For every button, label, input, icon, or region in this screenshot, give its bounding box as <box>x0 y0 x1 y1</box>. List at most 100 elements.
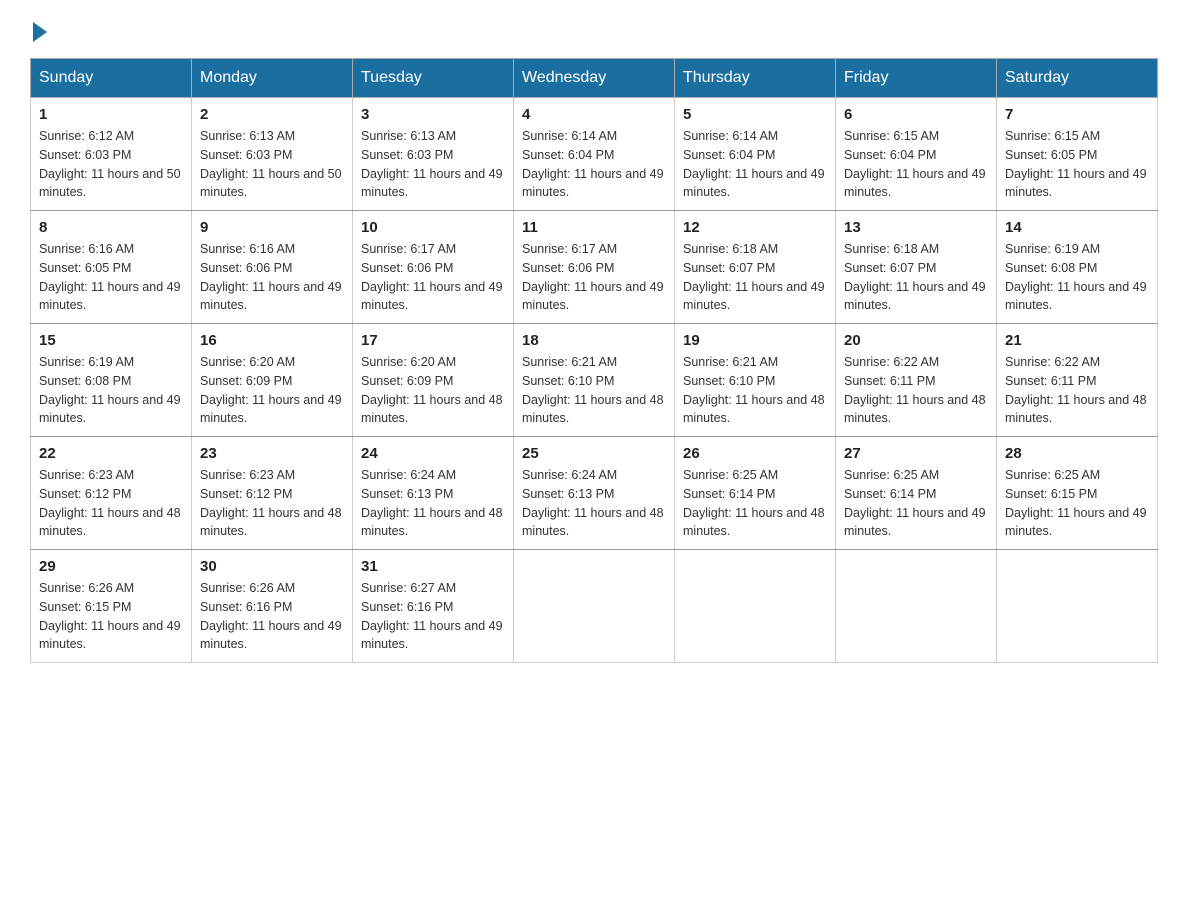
calendar-week-row: 29 Sunrise: 6:26 AMSunset: 6:15 PMDayligh… <box>31 550 1158 663</box>
day-number: 13 <box>844 219 988 236</box>
day-info: Sunrise: 6:20 AMSunset: 6:09 PMDaylight:… <box>361 353 505 428</box>
calendar-cell: 6Sunrise: 6:15 AMSunset: 6:04 PMDaylight… <box>836 98 997 211</box>
weekday-header-row: SundayMondayTuesdayWednesdayThursdayFrid… <box>31 59 1158 98</box>
day-info: Sunrise: 6:14 AMSunset: 6:04 PMDaylight:… <box>522 127 666 202</box>
day-info: Sunrise: 6:16 AMSunset: 6:05 PMDaylight:… <box>39 240 183 315</box>
calendar-week-row: 8 Sunrise: 6:16 AMSunset: 6:05 PMDaylight… <box>31 211 1158 324</box>
day-number: 3 <box>361 106 505 123</box>
weekday-header-wednesday: Wednesday <box>514 59 675 98</box>
day-info: Sunrise: 6:14 AMSunset: 6:04 PMDaylight:… <box>683 127 827 202</box>
calendar-cell: 25Sunrise: 6:24 AMSunset: 6:13 PMDayligh… <box>514 437 675 550</box>
day-info: Sunrise: 6:16 AMSunset: 6:06 PMDaylight:… <box>200 240 344 315</box>
day-number: 23 <box>200 445 344 462</box>
calendar-cell: 8 Sunrise: 6:16 AMSunset: 6:05 PMDaylight… <box>31 211 192 324</box>
day-info: Sunrise: 6:15 AMSunset: 6:05 PMDaylight:… <box>1005 127 1149 202</box>
calendar-cell: 21 Sunrise: 6:22 AMSunset: 6:11 PMDayligh… <box>997 324 1158 437</box>
calendar-cell <box>836 550 997 663</box>
day-number: 24 <box>361 445 505 462</box>
day-number: 10 <box>361 219 505 236</box>
day-info: Sunrise: 6:21 AMSunset: 6:10 PMDaylight:… <box>522 353 666 428</box>
logo-arrow-icon <box>33 22 47 42</box>
day-info: Sunrise: 6:18 AMSunset: 6:07 PMDaylight:… <box>844 240 988 315</box>
day-number: 2 <box>200 106 344 123</box>
calendar-cell: 18 Sunrise: 6:21 AMSunset: 6:10 PMDayligh… <box>514 324 675 437</box>
calendar-cell: 27 Sunrise: 6:25 AMSunset: 6:14 PMDayligh… <box>836 437 997 550</box>
day-number: 5 <box>683 106 827 123</box>
weekday-header-saturday: Saturday <box>997 59 1158 98</box>
calendar-cell: 31 Sunrise: 6:27 AMSunset: 6:16 PMDayligh… <box>353 550 514 663</box>
day-info: Sunrise: 6:22 AMSunset: 6:11 PMDaylight:… <box>1005 353 1149 428</box>
day-number: 17 <box>361 332 505 349</box>
day-number: 31 <box>361 558 505 575</box>
calendar-cell: 22 Sunrise: 6:23 AMSunset: 6:12 PMDayligh… <box>31 437 192 550</box>
calendar-cell <box>514 550 675 663</box>
page-header <box>30 20 1158 38</box>
calendar-week-row: 15 Sunrise: 6:19 AMSunset: 6:08 PMDayligh… <box>31 324 1158 437</box>
calendar-cell: 15 Sunrise: 6:19 AMSunset: 6:08 PMDayligh… <box>31 324 192 437</box>
calendar-cell: 30Sunrise: 6:26 AMSunset: 6:16 PMDayligh… <box>192 550 353 663</box>
day-number: 18 <box>522 332 666 349</box>
day-info: Sunrise: 6:25 AMSunset: 6:15 PMDaylight:… <box>1005 466 1149 541</box>
logo <box>30 20 47 38</box>
calendar-cell: 1 Sunrise: 6:12 AMSunset: 6:03 PMDaylight… <box>31 98 192 211</box>
weekday-header-sunday: Sunday <box>31 59 192 98</box>
weekday-header-friday: Friday <box>836 59 997 98</box>
day-number: 26 <box>683 445 827 462</box>
day-info: Sunrise: 6:23 AMSunset: 6:12 PMDaylight:… <box>39 466 183 541</box>
weekday-header-thursday: Thursday <box>675 59 836 98</box>
day-info: Sunrise: 6:18 AMSunset: 6:07 PMDaylight:… <box>683 240 827 315</box>
day-number: 11 <box>522 219 666 236</box>
day-number: 15 <box>39 332 183 349</box>
day-info: Sunrise: 6:25 AMSunset: 6:14 PMDaylight:… <box>683 466 827 541</box>
day-info: Sunrise: 6:27 AMSunset: 6:16 PMDaylight:… <box>361 579 505 654</box>
day-number: 16 <box>200 332 344 349</box>
day-number: 14 <box>1005 219 1149 236</box>
day-number: 1 <box>39 106 183 123</box>
day-number: 21 <box>1005 332 1149 349</box>
day-info: Sunrise: 6:22 AMSunset: 6:11 PMDaylight:… <box>844 353 988 428</box>
calendar-cell <box>997 550 1158 663</box>
calendar-cell: 9 Sunrise: 6:16 AMSunset: 6:06 PMDaylight… <box>192 211 353 324</box>
day-info: Sunrise: 6:19 AMSunset: 6:08 PMDaylight:… <box>39 353 183 428</box>
calendar-cell: 2Sunrise: 6:13 AMSunset: 6:03 PMDaylight… <box>192 98 353 211</box>
day-info: Sunrise: 6:26 AMSunset: 6:16 PMDaylight:… <box>200 579 344 654</box>
calendar-cell: 29 Sunrise: 6:26 AMSunset: 6:15 PMDayligh… <box>31 550 192 663</box>
day-info: Sunrise: 6:12 AMSunset: 6:03 PMDaylight:… <box>39 127 183 202</box>
day-number: 27 <box>844 445 988 462</box>
day-number: 29 <box>39 558 183 575</box>
day-number: 20 <box>844 332 988 349</box>
day-info: Sunrise: 6:25 AMSunset: 6:14 PMDaylight:… <box>844 466 988 541</box>
calendar-cell: 12 Sunrise: 6:18 AMSunset: 6:07 PMDayligh… <box>675 211 836 324</box>
day-number: 19 <box>683 332 827 349</box>
day-number: 12 <box>683 219 827 236</box>
day-number: 22 <box>39 445 183 462</box>
day-number: 6 <box>844 106 988 123</box>
calendar-cell: 19 Sunrise: 6:21 AMSunset: 6:10 PMDayligh… <box>675 324 836 437</box>
calendar-cell: 24Sunrise: 6:24 AMSunset: 6:13 PMDayligh… <box>353 437 514 550</box>
calendar-cell: 17 Sunrise: 6:20 AMSunset: 6:09 PMDayligh… <box>353 324 514 437</box>
weekday-header-tuesday: Tuesday <box>353 59 514 98</box>
day-info: Sunrise: 6:13 AMSunset: 6:03 PMDaylight:… <box>361 127 505 202</box>
calendar-cell: 5 Sunrise: 6:14 AMSunset: 6:04 PMDaylight… <box>675 98 836 211</box>
calendar-week-row: 1 Sunrise: 6:12 AMSunset: 6:03 PMDaylight… <box>31 98 1158 211</box>
day-info: Sunrise: 6:19 AMSunset: 6:08 PMDaylight:… <box>1005 240 1149 315</box>
day-number: 8 <box>39 219 183 236</box>
day-number: 7 <box>1005 106 1149 123</box>
calendar-cell: 20 Sunrise: 6:22 AMSunset: 6:11 PMDayligh… <box>836 324 997 437</box>
day-number: 28 <box>1005 445 1149 462</box>
day-info: Sunrise: 6:23 AMSunset: 6:12 PMDaylight:… <box>200 466 344 541</box>
day-info: Sunrise: 6:21 AMSunset: 6:10 PMDaylight:… <box>683 353 827 428</box>
day-info: Sunrise: 6:24 AMSunset: 6:13 PMDaylight:… <box>522 466 666 541</box>
day-info: Sunrise: 6:26 AMSunset: 6:15 PMDaylight:… <box>39 579 183 654</box>
day-number: 9 <box>200 219 344 236</box>
calendar-cell: 11 Sunrise: 6:17 AMSunset: 6:06 PMDayligh… <box>514 211 675 324</box>
calendar-table: SundayMondayTuesdayWednesdayThursdayFrid… <box>30 58 1158 663</box>
calendar-cell: 23 Sunrise: 6:23 AMSunset: 6:12 PMDayligh… <box>192 437 353 550</box>
calendar-cell: 7 Sunrise: 6:15 AMSunset: 6:05 PMDaylight… <box>997 98 1158 211</box>
calendar-cell: 4 Sunrise: 6:14 AMSunset: 6:04 PMDaylight… <box>514 98 675 211</box>
day-info: Sunrise: 6:17 AMSunset: 6:06 PMDaylight:… <box>522 240 666 315</box>
day-info: Sunrise: 6:17 AMSunset: 6:06 PMDaylight:… <box>361 240 505 315</box>
calendar-week-row: 22 Sunrise: 6:23 AMSunset: 6:12 PMDayligh… <box>31 437 1158 550</box>
day-number: 4 <box>522 106 666 123</box>
calendar-cell: 3 Sunrise: 6:13 AMSunset: 6:03 PMDaylight… <box>353 98 514 211</box>
